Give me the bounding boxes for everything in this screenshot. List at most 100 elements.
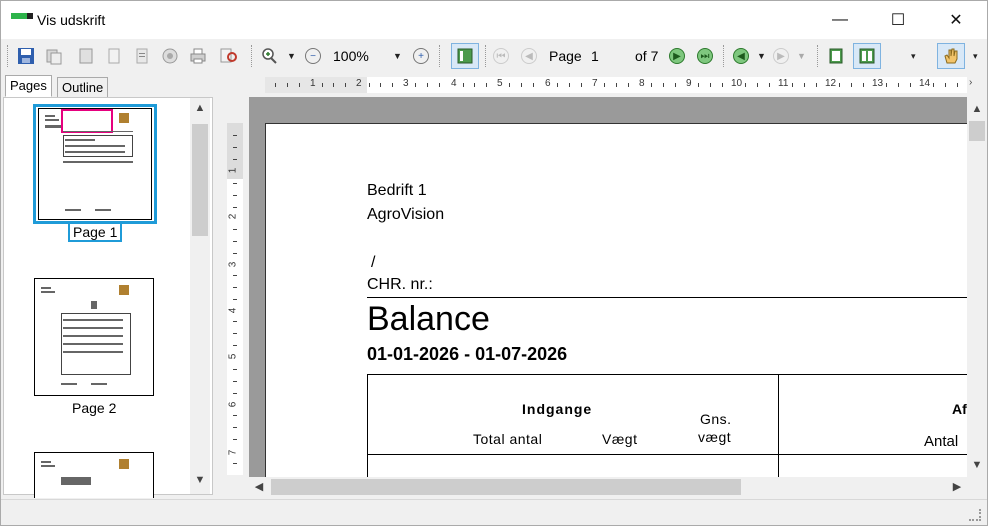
toolbar-overflow-icon[interactable]: ▾ (911, 45, 916, 67)
table-col-avg-line1: Gns. (700, 411, 732, 427)
preview-area: Bedrift 1 AgroVision / CHR. nr.: Balance… (249, 97, 967, 477)
ruler-number: 12 (825, 78, 837, 89)
preview-scroll-right-icon[interactable]: ▶ (949, 480, 965, 493)
thumbnail-scroll-thumb[interactable] (192, 124, 208, 236)
resize-grip-icon[interactable] (969, 509, 981, 521)
minimize-button[interactable]: — (817, 1, 863, 39)
document-page: Bedrift 1 AgroVision / CHR. nr.: Balance… (265, 123, 967, 477)
horizontal-ruler: 1 2 3 4 5 6 7 8 9 10 11 12 13 14 (265, 77, 967, 93)
page-count-label: of 7 (635, 48, 659, 64)
table-col-total: Total antal (473, 431, 543, 447)
print-preview-window: Vis udskrift — ☐ ✕ ▼ − 100% ▼ + ⏮ ◀ Page (0, 0, 988, 526)
thumbnail-page-3[interactable] (34, 452, 154, 498)
zoom-dropdown-arrow-icon[interactable]: ▼ (287, 45, 296, 67)
first-page-icon[interactable]: ⏮ (493, 45, 509, 67)
toolbar-separator (251, 45, 252, 67)
thumbnail-page-1[interactable] (38, 108, 152, 220)
ruler-number: 10 (731, 78, 743, 89)
preview-scroll-left-icon[interactable]: ◀ (251, 480, 267, 493)
ruler-number: 4 (227, 307, 239, 314)
table-group-afgange: Af (952, 401, 967, 417)
preview-scroll-up-icon[interactable]: ▲ (969, 103, 985, 115)
print-icon[interactable] (189, 45, 207, 67)
ruler-number: 13 (872, 78, 884, 89)
ruler-number: 5 (227, 353, 239, 360)
thumbnail-page-2[interactable] (34, 278, 154, 396)
company-name: Bedrift 1 (367, 182, 427, 199)
table-group-indgange: Indgange (522, 401, 593, 417)
table-col-avg-line2: vægt (698, 429, 732, 445)
thumbnail-label-page-1: Page 1 (68, 222, 123, 242)
ruler-number: 8 (639, 78, 645, 89)
chr-number-label: CHR. nr.: (367, 276, 433, 293)
ruler-number: 9 (686, 78, 692, 89)
preview-hscroll-thumb[interactable] (271, 479, 741, 495)
ruler-number: 7 (592, 78, 598, 89)
last-page-icon[interactable]: ⏭ (697, 45, 713, 67)
table-col-out-count: Antal (924, 433, 959, 450)
toolbar-overflow-icon-2[interactable]: ▾ (973, 45, 978, 67)
report-title: Balance (367, 300, 490, 338)
ruler-number: 3 (403, 78, 409, 89)
ruler-number: 6 (227, 401, 239, 408)
zoom-plus-icon[interactable]: + (413, 45, 429, 67)
close-button[interactable]: ✕ (933, 1, 979, 39)
toolbar-separator (817, 45, 818, 67)
preview-scroll-down-icon[interactable]: ▼ (969, 459, 985, 471)
toolbar-grip (7, 45, 8, 67)
ruler-number: 2 (227, 213, 239, 220)
zoom-level-dropdown-icon[interactable]: ▼ (393, 45, 402, 67)
prev-page-icon[interactable]: ◀ (521, 45, 537, 67)
table-col-weight: Vægt (602, 431, 638, 447)
thumbnails-icon[interactable] (451, 43, 479, 69)
toolbar-separator (723, 45, 724, 67)
scroll-up-icon[interactable]: ▲ (192, 102, 208, 114)
window-title: Vis udskrift (37, 12, 106, 28)
ruler-number: 1 (227, 167, 239, 174)
page-number-input[interactable]: 1 (587, 44, 629, 68)
status-bar (1, 499, 987, 525)
brand-name: AgroVision (367, 206, 445, 223)
header-divider (367, 297, 967, 298)
scroll-down-icon[interactable]: ▼ (192, 474, 208, 486)
ruler-number: 2 (356, 78, 362, 89)
toolbar-separator (485, 45, 486, 67)
next-page-icon[interactable]: ▶ (669, 45, 685, 67)
preview-vscroll-thumb[interactable] (969, 121, 985, 141)
single-page-icon[interactable] (827, 45, 845, 67)
forward-icon[interactable]: ▶ (773, 45, 789, 67)
ruler-number: 3 (227, 261, 239, 268)
ruler-number: 14 (919, 78, 931, 89)
app-icon (11, 13, 33, 19)
ruler-number: 7 (227, 449, 239, 456)
forward-dropdown-icon[interactable]: ▼ (797, 45, 806, 67)
preview-horizontal-scrollbar[interactable]: ◀ ▶ (249, 477, 967, 497)
preview-icon[interactable] (219, 45, 239, 67)
save-icon[interactable] (17, 45, 35, 67)
zoom-in-icon[interactable] (261, 45, 281, 67)
ruler-scroll-right-icon[interactable]: › (969, 77, 972, 88)
maximize-button[interactable]: ☐ (875, 1, 921, 39)
tab-pages[interactable]: Pages (5, 75, 52, 97)
hand-tool-icon[interactable] (937, 43, 965, 69)
toolbar-separator (439, 45, 440, 67)
stop-icon[interactable] (161, 45, 179, 67)
page-setup-icon[interactable] (77, 45, 95, 67)
address-slash: / (371, 254, 376, 271)
open-icon[interactable] (105, 45, 123, 67)
thumbnail-label-page-2: Page 2 (72, 400, 117, 416)
preview-vertical-scrollbar[interactable]: ▲ ▼ (967, 97, 987, 477)
tab-outline[interactable]: Outline (57, 77, 109, 99)
back-icon[interactable]: ◀ (733, 45, 749, 67)
copy-icon[interactable] (45, 45, 63, 67)
ruler-number: 4 (451, 78, 457, 89)
date-range: 01-01-2026 - 01-07-2026 (367, 344, 568, 364)
zoom-out-icon[interactable]: − (305, 45, 321, 67)
multi-page-icon[interactable] (853, 43, 881, 69)
ruler-number: 11 (778, 78, 789, 89)
thumbnail-scrollbar[interactable]: ▲ ▼ (190, 98, 210, 494)
balance-table: Indgange Total antal Vægt Gns. vægt Af A… (367, 374, 967, 477)
export-icon[interactable] (133, 45, 151, 67)
vertical-ruler: 1 2 3 4 5 6 7 (227, 123, 243, 475)
back-dropdown-icon[interactable]: ▼ (757, 45, 766, 67)
